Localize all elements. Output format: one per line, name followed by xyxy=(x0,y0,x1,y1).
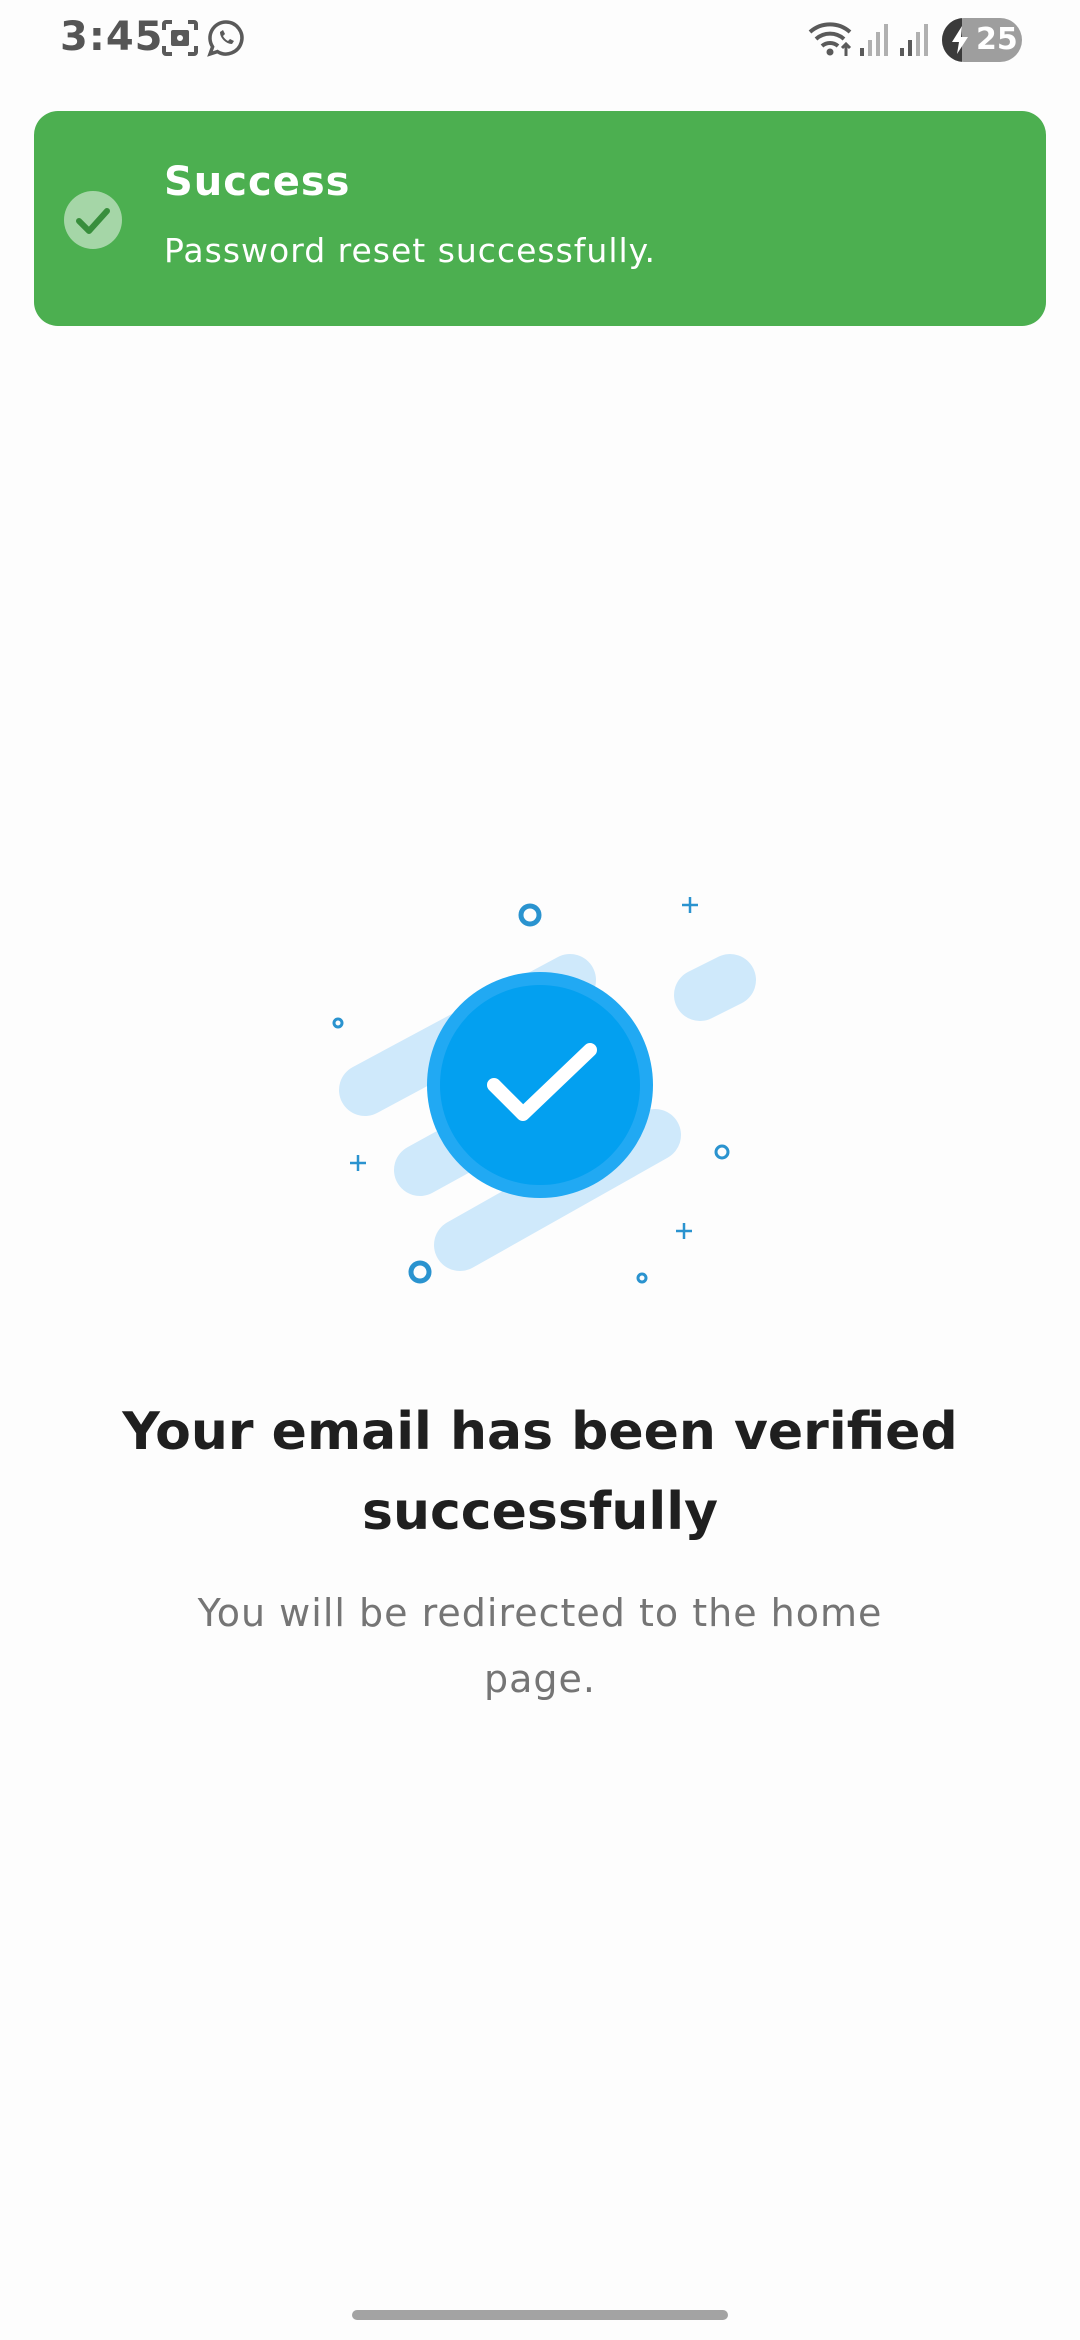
battery-indicator: 25 xyxy=(942,18,1022,62)
signal-icon xyxy=(860,24,888,56)
toast-title: Success xyxy=(164,159,351,205)
status-time: 3:45 xyxy=(60,14,164,60)
whatsapp-icon xyxy=(207,20,244,57)
battery-percent: 25 xyxy=(976,22,1018,57)
verification-headline: Your email has been verified successfull… xyxy=(122,1402,958,1542)
screen: 3:45 25 Success Password reset successfu… xyxy=(0,0,1080,2340)
verified-check-icon xyxy=(332,897,756,1284)
home-indicator[interactable] xyxy=(352,2310,728,2320)
signal-icon xyxy=(900,24,928,56)
toast-message: Password reset successfully. xyxy=(164,231,656,270)
success-toast[interactable]: Success Password reset successfully. xyxy=(34,111,1046,326)
wifi-icon xyxy=(808,22,852,56)
redirect-message: You will be redirected to the home page. xyxy=(197,1591,883,1701)
status-bar: 3:45 25 xyxy=(0,0,1080,84)
screenshot-icon xyxy=(162,20,198,56)
battery-charging-icon xyxy=(952,26,968,54)
check-circle-icon xyxy=(64,191,122,249)
